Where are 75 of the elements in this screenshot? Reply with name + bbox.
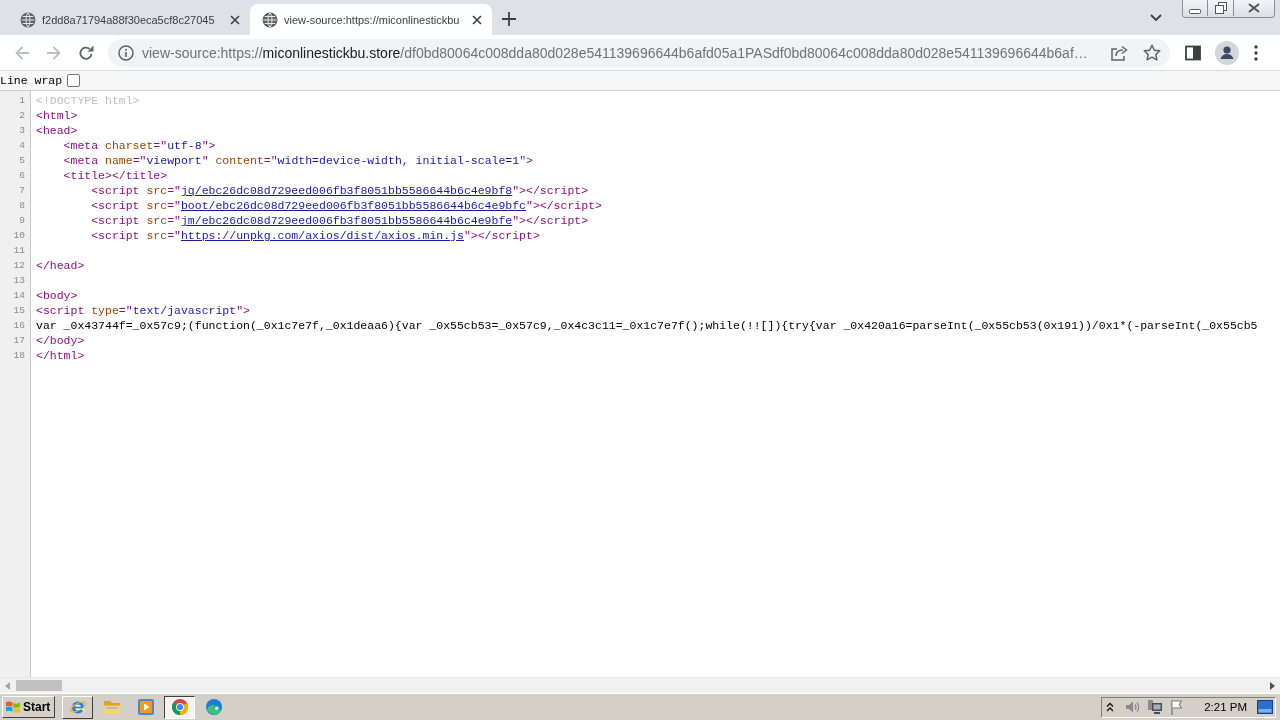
line-number: 12 xyxy=(12,259,26,273)
source-link[interactable]: jm/ebc26dc08d729eed006fb3f8051bb5586644b6c4e9bfe xyxy=(180,214,513,227)
code-line: var _0x43744f=_0x57c9;(function(_0x1c7e7f,_0x1deaa6){var _0x55cb53=_0x57c9,_0x4c3c11=_0x1c7e7f();while(!![]){try{var _0x420a16=parseInt(_0x55cb53(0x191))/0x1*(-parseInt(_0x55cb5 xyxy=(36,318,1259,333)
line-number: 6 xyxy=(18,169,26,183)
chrome-icon xyxy=(170,698,189,716)
clock-text[interactable]: 2:21 PM xyxy=(1204,701,1247,713)
taskbar-button[interactable] xyxy=(164,695,196,719)
chevron-down-icon[interactable] xyxy=(1150,13,1162,22)
media-player-icon[interactable] xyxy=(136,698,155,716)
restore-icon xyxy=(1214,2,1227,14)
code-line: <head> xyxy=(36,123,79,138)
line-number: 15 xyxy=(12,304,26,318)
line-number: 11 xyxy=(12,244,26,258)
flag-icon[interactable] xyxy=(1169,699,1186,715)
star-icon[interactable] xyxy=(1143,43,1161,62)
scroll-right-icon[interactable] xyxy=(1270,681,1275,690)
close-icon[interactable] xyxy=(472,14,482,25)
close-icon xyxy=(1248,3,1260,13)
line-number: 9 xyxy=(18,214,26,228)
info-icon xyxy=(118,44,134,61)
close-icon[interactable] xyxy=(230,14,240,25)
line-number: 7 xyxy=(18,184,26,198)
line-number: 4 xyxy=(18,139,26,153)
code-line: </html> xyxy=(36,348,86,363)
code-line: </head> xyxy=(36,258,86,273)
show-desktop-icon[interactable] xyxy=(1257,700,1273,714)
source-link[interactable]: boot/ebc26dc08d729eed006fb3f8051bb5586644b6c4e9bfc xyxy=(180,199,526,212)
code-line: <script type="text/javascript"> xyxy=(36,303,251,318)
line-number: 14 xyxy=(12,289,26,303)
code-line: <!DOCTYPE html> xyxy=(36,93,141,108)
line-number: 2 xyxy=(18,109,26,123)
code-line: </body> xyxy=(36,333,86,348)
plus-icon[interactable] xyxy=(502,11,516,26)
line-number: 16 xyxy=(12,319,26,333)
code-line: <meta charset="utf-8"> xyxy=(62,138,217,153)
browser-e-icon xyxy=(68,698,87,716)
chevron-up-icon[interactable] xyxy=(1106,702,1115,712)
network-icon[interactable] xyxy=(1147,699,1164,715)
avatar-icon[interactable] xyxy=(1215,40,1239,65)
minimize-button[interactable] xyxy=(1183,0,1208,16)
code-line: <script src="jq/ebc26dc08d729eed006fb3f8051bb5586644b6c4e9bf8"></script> xyxy=(90,183,590,198)
line-number: 17 xyxy=(12,334,26,348)
windows-flag-icon xyxy=(5,699,21,715)
globe-icon xyxy=(262,11,278,28)
minimize-icon xyxy=(1189,8,1201,14)
scrollbar-thumb[interactable] xyxy=(16,680,62,691)
globe-icon xyxy=(20,11,36,28)
browser-tab[interactable]: view-source:https://miconlinestickbu xyxy=(250,4,492,35)
start-button[interactable]: Start xyxy=(2,696,56,718)
code-line: <title></title> xyxy=(62,168,169,183)
line-number: 13 xyxy=(12,274,26,288)
line-wrap-checkbox[interactable] xyxy=(67,74,81,87)
restore-button[interactable] xyxy=(1208,0,1234,16)
line-number: 3 xyxy=(18,124,26,138)
more-menu-icon[interactable] xyxy=(1254,44,1258,61)
line-number: 5 xyxy=(18,154,26,168)
share-icon[interactable] xyxy=(1110,44,1128,61)
code-line: <script src="jm/ebc26dc08d729eed006fb3f8051bb5586644b6c4e9bfe"></script> xyxy=(90,213,590,228)
code-line: <script src="https://unpkg.com/axios/dist/axios.min.js"></script> xyxy=(90,228,541,243)
code-line: <meta name="viewport" content="width=device-width, initial-scale=1"> xyxy=(62,153,534,168)
line-number: 8 xyxy=(18,199,26,213)
line-wrap-label: Line wrap xyxy=(0,74,63,87)
edge-icon[interactable] xyxy=(204,698,223,716)
code-line: <script src="boot/ebc26dc08d729eed006fb3f8051bb5586644b6c4e9bfc"></script> xyxy=(90,198,603,213)
source-link[interactable]: https://unpkg.com/axios/dist/axios.min.js xyxy=(180,229,464,242)
side-panel-icon[interactable] xyxy=(1185,44,1201,61)
code-line: <body> xyxy=(36,288,79,303)
code-line: <html> xyxy=(36,108,79,123)
source-link[interactable]: jq/ebc26dc08d729eed006fb3f8051bb5586644b6c4e9bf8 xyxy=(180,184,513,197)
line-number: 1 xyxy=(18,94,26,108)
address-bar[interactable]: view-source:https://miconlinestickbu.store/df0bd80064c008dda80d028e541139696644b6afd05a1PASdf0bd80064c008dda80d028e541139696644b6af… xyxy=(108,38,1170,67)
line-number: 18 xyxy=(12,349,26,363)
reload-icon[interactable] xyxy=(78,44,94,61)
close-window-button[interactable] xyxy=(1234,0,1274,16)
line-number: 10 xyxy=(12,229,26,243)
